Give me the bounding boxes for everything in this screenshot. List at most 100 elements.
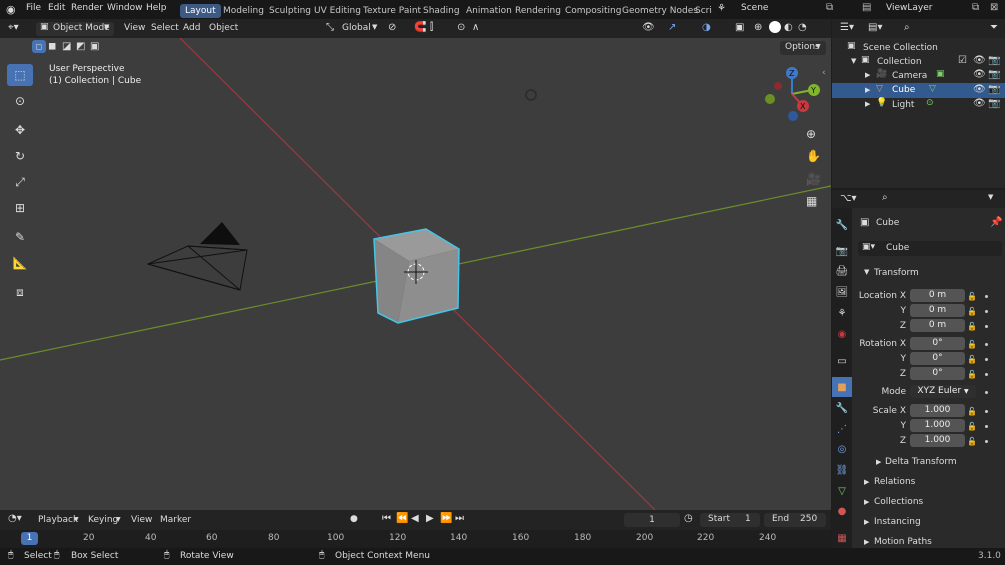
- menu-keying[interactable]: Keying: [88, 515, 118, 525]
- eye-icon[interactable]: 👁: [973, 98, 986, 109]
- timeline-editor-icon[interactable]: ◔▾: [8, 513, 22, 524]
- wireframe-shading-icon[interactable]: ⊕: [754, 22, 762, 33]
- visibility-icon[interactable]: 👁: [642, 22, 655, 33]
- tab-rendering[interactable]: Rendering: [510, 4, 566, 18]
- play-icon[interactable]: ▶: [426, 513, 434, 524]
- ortho-grid-icon[interactable]: ▦: [806, 194, 817, 208]
- chevron-right-icon[interactable]: ▶: [865, 86, 870, 94]
- outliner-editor-icon[interactable]: ☰▾: [840, 22, 854, 33]
- proportional-icon[interactable]: ⊙: [457, 22, 465, 33]
- keyframe-dot[interactable]: [985, 410, 988, 413]
- end-frame-field[interactable]: End 250: [764, 513, 826, 527]
- keyframe-dot[interactable]: [985, 358, 988, 361]
- snap-grid-icon[interactable]: ⫿: [430, 22, 433, 33]
- mesh-data-icon[interactable]: ▽: [929, 84, 936, 94]
- lock-icon[interactable]: 🔓: [967, 340, 977, 349]
- falloff-icon[interactable]: ∧: [472, 22, 479, 33]
- xray-icon[interactable]: ▣: [735, 22, 744, 33]
- pivot-icon[interactable]: ⊘: [388, 22, 396, 33]
- menu-help[interactable]: Help: [146, 3, 167, 13]
- rotation-z-field[interactable]: 0°: [910, 367, 965, 380]
- mode-dropdown[interactable]: ▣ Object Mode ▼: [36, 22, 114, 36]
- constraints-tab-icon[interactable]: ⛓: [832, 460, 852, 480]
- table-row[interactable]: ▶ 💡 Light ⊙ 👁 📷: [832, 98, 1005, 112]
- menu-view[interactable]: View: [131, 515, 152, 525]
- menu-add[interactable]: Add: [183, 23, 200, 33]
- menu-select[interactable]: Select: [151, 23, 179, 33]
- chevron-right-icon[interactable]: ▶: [865, 100, 870, 108]
- play-reverse-icon[interactable]: ◀: [411, 513, 419, 524]
- lock-icon[interactable]: 🔓: [967, 370, 977, 379]
- scale-tool-icon[interactable]: ⤢: [7, 171, 33, 193]
- rotation-y-field[interactable]: 0°: [910, 352, 965, 365]
- output-tab-icon[interactable]: 🖨: [832, 261, 852, 281]
- instancing-header[interactable]: Instancing: [874, 517, 921, 527]
- menu-marker[interactable]: Marker: [160, 515, 191, 525]
- eye-icon[interactable]: 👁: [973, 69, 986, 80]
- location-y-field[interactable]: 0 m: [910, 304, 965, 317]
- viewlayer-icon[interactable]: ▤: [862, 2, 871, 13]
- blender-logo-icon[interactable]: ◉: [6, 3, 16, 16]
- keyframe-dot[interactable]: [985, 343, 988, 346]
- viewlayer-name[interactable]: ViewLayer: [886, 3, 932, 13]
- move-tool-icon[interactable]: ✥: [7, 119, 33, 141]
- menu-object[interactable]: Object: [209, 23, 238, 33]
- chevron-right-icon[interactable]: ▶: [864, 518, 869, 526]
- navigation-gizmo[interactable]: Z Y X: [760, 66, 822, 122]
- menu-file[interactable]: File: [26, 3, 41, 13]
- scale-x-field[interactable]: 1.000: [910, 404, 965, 417]
- chevron-left-icon[interactable]: ‹: [822, 68, 826, 78]
- chevron-down-icon[interactable]: ▼: [988, 193, 993, 201]
- annotate-tool-icon[interactable]: ✎: [7, 226, 33, 248]
- display-mode-icon[interactable]: ▤▾: [868, 22, 882, 33]
- camera-render-icon[interactable]: 📷: [988, 55, 1000, 66]
- select-box-tool-icon[interactable]: ⬚: [7, 64, 33, 86]
- select-intersect-icon[interactable]: ▣: [90, 41, 99, 52]
- camera-render-icon[interactable]: 📷: [988, 84, 1000, 95]
- lock-icon[interactable]: 🔓: [967, 292, 977, 301]
- measure-tool-icon[interactable]: 📐: [7, 252, 33, 274]
- zoom-icon[interactable]: ⊕: [806, 127, 816, 141]
- list-item[interactable]: ▣ Scene Collection: [832, 41, 1005, 55]
- scene-icon[interactable]: ⚘: [717, 3, 726, 14]
- menu-edit[interactable]: Edit: [48, 3, 65, 13]
- transform-header[interactable]: Transform: [874, 268, 919, 278]
- tab-scripting[interactable]: Scri: [690, 4, 717, 18]
- copy-icon[interactable]: ⧉: [972, 2, 979, 13]
- playhead[interactable]: 1: [21, 532, 38, 545]
- chevron-right-icon[interactable]: ▶: [864, 538, 869, 546]
- select-extend-icon[interactable]: ◼: [48, 41, 56, 52]
- camera-render-icon[interactable]: 📷: [988, 98, 1000, 109]
- chevron-down-icon[interactable]: ▼: [851, 57, 856, 65]
- menu-window[interactable]: Window: [107, 3, 143, 13]
- eye-icon[interactable]: 👁: [973, 55, 986, 66]
- search-icon[interactable]: ⌕: [882, 192, 888, 203]
- camera-render-icon[interactable]: 📷: [988, 69, 1000, 80]
- keyframe-dot[interactable]: [985, 440, 988, 443]
- next-keyframe-icon[interactable]: ⏩: [440, 513, 452, 524]
- tab-layout[interactable]: Layout: [180, 4, 221, 18]
- lock-icon[interactable]: 🔓: [967, 307, 977, 316]
- tab-modeling[interactable]: Modeling: [218, 4, 269, 18]
- gizmo-icon[interactable]: ↗: [668, 22, 676, 33]
- keyframe-dot[interactable]: [985, 391, 988, 394]
- keyframe-dot[interactable]: [985, 295, 988, 298]
- frame-ruler[interactable]: 1 20 40 60 80 100 120 140 160 180 200 22…: [0, 530, 831, 547]
- tab-shading[interactable]: Shading: [418, 4, 465, 18]
- render-tab-icon[interactable]: 📷: [832, 241, 852, 261]
- menu-view[interactable]: View: [124, 23, 145, 33]
- pan-hand-icon[interactable]: ✋: [806, 149, 821, 163]
- properties-editor-icon[interactable]: ⌥▾: [840, 193, 857, 204]
- 3d-viewport[interactable]: User Perspective (1) Collection | Cube ◻…: [0, 38, 831, 510]
- data-tab-icon[interactable]: ▽: [832, 481, 852, 501]
- lock-icon[interactable]: 🔓: [967, 355, 977, 364]
- editor-type-icon[interactable]: ⌖▾: [8, 22, 19, 33]
- collections-header[interactable]: Collections: [874, 497, 923, 507]
- chevron-down-icon[interactable]: ▼: [864, 268, 869, 276]
- options-dropdown[interactable]: Options ▼: [780, 41, 826, 55]
- location-x-field[interactable]: 0 m: [910, 289, 965, 302]
- prev-keyframe-icon[interactable]: ⏪: [396, 513, 408, 524]
- menu-render[interactable]: Render: [71, 3, 103, 13]
- checkbox-icon[interactable]: ☑: [958, 55, 967, 66]
- motion-paths-header[interactable]: Motion Paths: [874, 537, 932, 547]
